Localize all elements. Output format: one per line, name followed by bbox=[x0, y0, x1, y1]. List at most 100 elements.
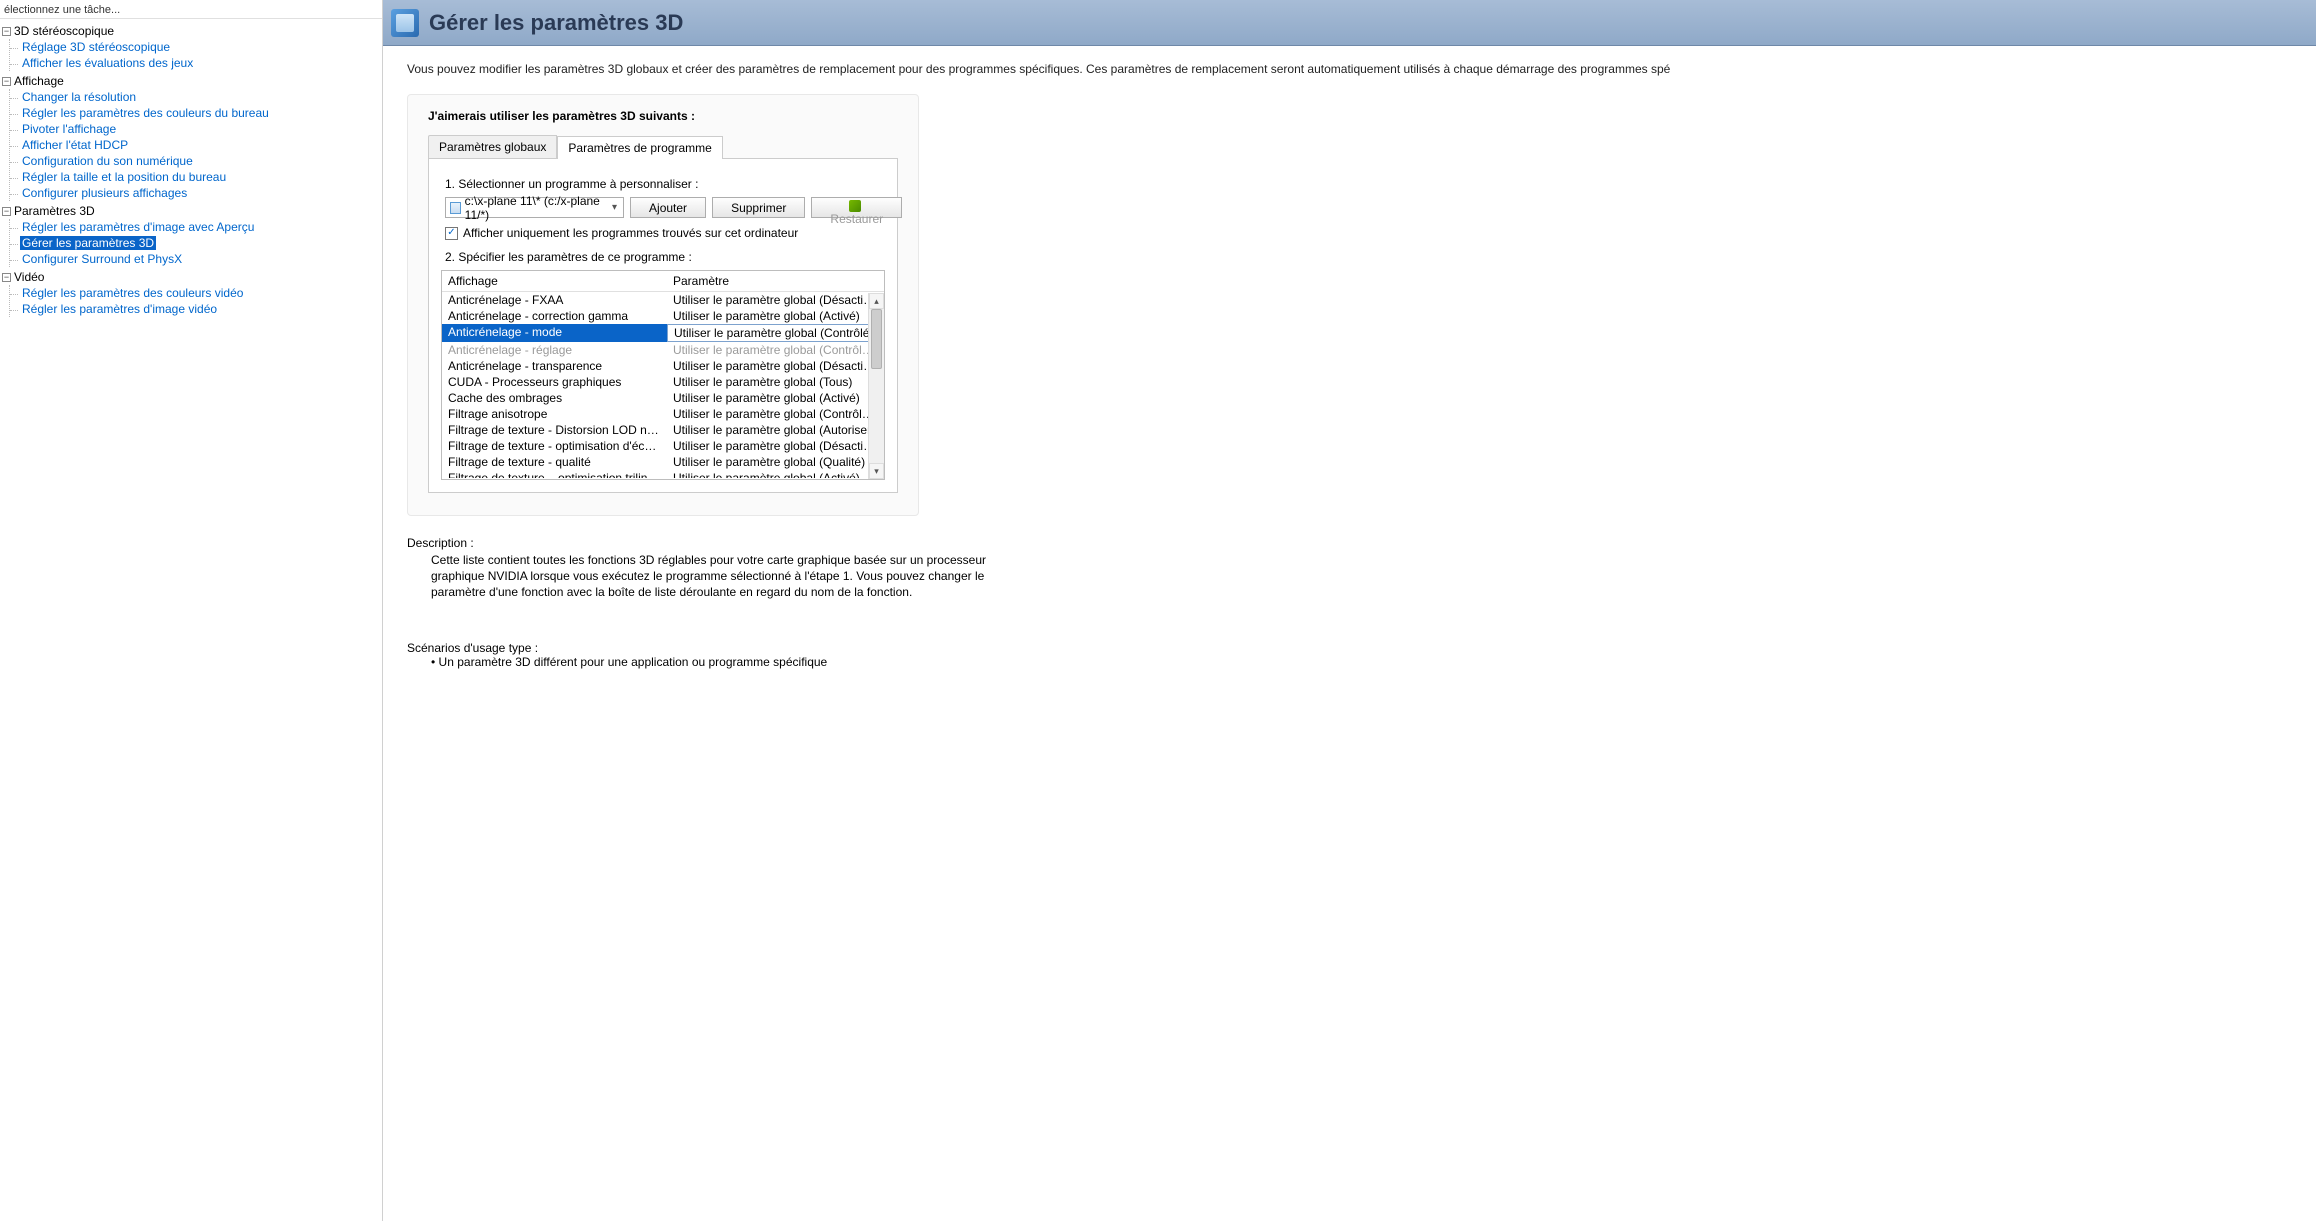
collapse-icon[interactable]: − bbox=[2, 273, 11, 282]
settings-row[interactable]: Filtrage de texture - Distorsion LOD nég… bbox=[442, 422, 884, 438]
setting-cell[interactable]: Utiliser le paramètre global (Contrôlés … bbox=[667, 406, 884, 422]
collapse-icon[interactable]: − bbox=[2, 27, 11, 36]
restore-button[interactable]: Restaurer bbox=[811, 197, 902, 218]
tree-link[interactable]: Changer la résolution bbox=[20, 90, 138, 104]
feature-cell: Filtrage de texture - Distorsion LOD nég… bbox=[442, 422, 667, 438]
tree-link[interactable]: Régler la taille et la position du burea… bbox=[20, 170, 228, 184]
description-label: Description : bbox=[407, 536, 1007, 550]
settings-row[interactable]: Anticrénelage - modeUtiliser le paramètr… bbox=[442, 324, 884, 342]
nvidia-logo-icon bbox=[849, 200, 861, 212]
settings-row[interactable]: Anticrénelage - transparenceUtiliser le … bbox=[442, 358, 884, 374]
program-icon bbox=[450, 202, 461, 214]
tree-link[interactable]: Régler les paramètres d'image avec Aperç… bbox=[20, 220, 256, 234]
feature-cell: Anticrénelage - transparence bbox=[442, 358, 667, 374]
setting-cell[interactable]: Utiliser le paramètre global (Autoriser) bbox=[667, 422, 884, 438]
tree-group-label: Paramètres 3D bbox=[14, 204, 95, 218]
settings-row[interactable]: Cache des ombragesUtiliser le paramètre … bbox=[442, 390, 884, 406]
setting-cell[interactable]: Utiliser le paramètre global (Désactivé) bbox=[667, 438, 884, 454]
scroll-thumb[interactable] bbox=[871, 309, 882, 369]
collapse-icon[interactable]: − bbox=[2, 207, 11, 216]
tab-global[interactable]: Paramètres globaux bbox=[428, 135, 557, 158]
settings-row[interactable]: Anticrénelage - FXAAUtiliser le paramètr… bbox=[442, 292, 884, 308]
settings-row[interactable]: Filtrage de texture - qualitéUtiliser le… bbox=[442, 454, 884, 470]
tree-link[interactable]: Pivoter l'affichage bbox=[20, 122, 118, 136]
tabs: Paramètres globaux Paramètres de program… bbox=[428, 135, 898, 159]
feature-cell: Anticrénelage - FXAA bbox=[442, 292, 667, 308]
remove-button[interactable]: Supprimer bbox=[712, 197, 805, 218]
grid-scrollbar[interactable]: ▴ ▾ bbox=[868, 293, 884, 479]
tree-group-label: Vidéo bbox=[14, 270, 44, 284]
page-titlebar: Gérer les paramètres 3D bbox=[383, 0, 2316, 46]
tree-link[interactable]: Configurer Surround et PhysX bbox=[20, 252, 184, 266]
main-panel: Gérer les paramètres 3D Vous pouvez modi… bbox=[383, 0, 2316, 1221]
setting-cell[interactable]: Utiliser le paramètre global (Activé) bbox=[667, 308, 884, 324]
settings-row[interactable]: Anticrénelage - correction gammaUtiliser… bbox=[442, 308, 884, 324]
restore-button-label: Restaurer bbox=[830, 212, 883, 226]
add-button[interactable]: Ajouter bbox=[630, 197, 706, 218]
tree-link[interactable]: Afficher l'état HDCP bbox=[20, 138, 130, 152]
tree-group-label: Affichage bbox=[14, 74, 64, 88]
tree-group-label: 3D stéréoscopique bbox=[14, 24, 114, 38]
description-text: Cette liste contient toutes les fonction… bbox=[431, 552, 1007, 601]
feature-cell: Filtrage anisotrope bbox=[442, 406, 667, 422]
tree-link[interactable]: Afficher les évaluations des jeux bbox=[20, 56, 195, 70]
only-found-checkbox[interactable]: ✓ bbox=[445, 227, 458, 240]
program-select-text: c:\x-plane 11\* (c:/x-plane 11/*) bbox=[465, 194, 606, 222]
setting-cell[interactable]: Utiliser le paramètre global (Désactivé) bbox=[667, 358, 884, 374]
setting-cell[interactable]: Utiliser le paramètre global (Tous) bbox=[667, 374, 884, 390]
feature-cell: Anticrénelage - réglage bbox=[442, 342, 667, 358]
collapse-icon[interactable]: − bbox=[2, 77, 11, 86]
col-feature[interactable]: Affichage bbox=[442, 271, 667, 292]
tree-group-header[interactable]: −Paramètres 3D bbox=[2, 203, 382, 219]
feature-cell: Anticrénelage - correction gamma bbox=[442, 308, 667, 324]
settings-row[interactable]: Filtrage de texture - optimisation d'éch… bbox=[442, 438, 884, 454]
col-setting[interactable]: Paramètre bbox=[667, 271, 884, 292]
setting-cell[interactable]: Utiliser le paramètre global (Qualité) bbox=[667, 454, 884, 470]
scenario-label: Scénarios d'usage type : bbox=[407, 641, 2292, 655]
tree-link[interactable]: Configurer plusieurs affichages bbox=[20, 186, 189, 200]
tree-link[interactable]: Régler les paramètres des couleurs vidéo bbox=[20, 286, 245, 300]
intro-text: Vous pouvez modifier les paramètres 3D g… bbox=[407, 62, 2292, 76]
settings-panel: J'aimerais utiliser les paramètres 3D su… bbox=[407, 94, 919, 516]
page-title: Gérer les paramètres 3D bbox=[429, 10, 683, 36]
feature-cell: Filtrage de texture - qualité bbox=[442, 454, 667, 470]
tree-link[interactable]: Configuration du son numérique bbox=[20, 154, 195, 168]
tree-link[interactable]: Régler les paramètres d'image vidéo bbox=[20, 302, 219, 316]
nvidia-3d-icon bbox=[391, 9, 419, 37]
tab-program[interactable]: Paramètres de programme bbox=[557, 136, 722, 159]
scroll-down-icon[interactable]: ▾ bbox=[869, 463, 884, 479]
tree-link[interactable]: Réglage 3D stéréoscopique bbox=[20, 40, 172, 54]
settings-row[interactable]: Filtrage anisotropeUtiliser le paramètre… bbox=[442, 406, 884, 422]
settings-row[interactable]: CUDA - Processeurs graphiquesUtiliser le… bbox=[442, 374, 884, 390]
tree-group-header[interactable]: −Vidéo bbox=[2, 269, 382, 285]
settings-grid: Affichage Paramètre Anticrénelage - FXAA… bbox=[441, 270, 885, 480]
setting-cell[interactable]: Utiliser le paramètre global (Contrôlés … bbox=[667, 342, 884, 358]
setting-cell[interactable]: Utiliser le paramètre global (Activé) bbox=[667, 470, 884, 478]
feature-cell: Filtrage de texture – optimisation trili… bbox=[442, 470, 667, 478]
tree-link[interactable]: Régler les paramètres des couleurs du bu… bbox=[20, 106, 271, 120]
tree-link[interactable]: Gérer les paramètres 3D bbox=[20, 236, 156, 250]
scenario-item: Un paramètre 3D différent pour une appli… bbox=[439, 655, 828, 669]
scroll-up-icon[interactable]: ▴ bbox=[869, 293, 884, 309]
tree-group-header[interactable]: −3D stéréoscopique bbox=[2, 23, 382, 39]
settings-row[interactable]: Filtrage de texture – optimisation trili… bbox=[442, 470, 884, 478]
sidebar: électionnez une tâche... −3D stéréoscopi… bbox=[0, 0, 383, 1221]
only-found-label: Afficher uniquement les programmes trouv… bbox=[463, 226, 798, 240]
feature-cell: Filtrage de texture - optimisation d'éch… bbox=[442, 438, 667, 454]
setting-cell[interactable]: Utiliser le paramètre global (Activé) bbox=[667, 390, 884, 406]
step2-label: 2. Spécifier les paramètres de ce progra… bbox=[445, 250, 885, 264]
feature-cell: CUDA - Processeurs graphiques bbox=[442, 374, 667, 390]
program-select[interactable]: c:\x-plane 11\* (c:/x-plane 11/*) ▾ bbox=[445, 197, 624, 218]
feature-cell: Cache des ombrages bbox=[442, 390, 667, 406]
setting-cell[interactable]: Utiliser le paramètre global (Contrôlés … bbox=[667, 324, 884, 342]
settings-row[interactable]: Anticrénelage - réglageUtiliser le param… bbox=[442, 342, 884, 358]
feature-cell: Anticrénelage - mode bbox=[442, 324, 667, 342]
panel-title: J'aimerais utiliser les paramètres 3D su… bbox=[428, 109, 898, 123]
sidebar-title: électionnez une tâche... bbox=[0, 2, 382, 19]
chevron-down-icon: ▾ bbox=[610, 202, 619, 213]
tab-content: 1. Sélectionner un programme à personnal… bbox=[428, 159, 898, 493]
tree-group-header[interactable]: −Affichage bbox=[2, 73, 382, 89]
setting-cell[interactable]: Utiliser le paramètre global (Désactivé) bbox=[667, 292, 884, 308]
check-icon: ✓ bbox=[447, 228, 455, 238]
step1-label: 1. Sélectionner un programme à personnal… bbox=[445, 177, 885, 191]
